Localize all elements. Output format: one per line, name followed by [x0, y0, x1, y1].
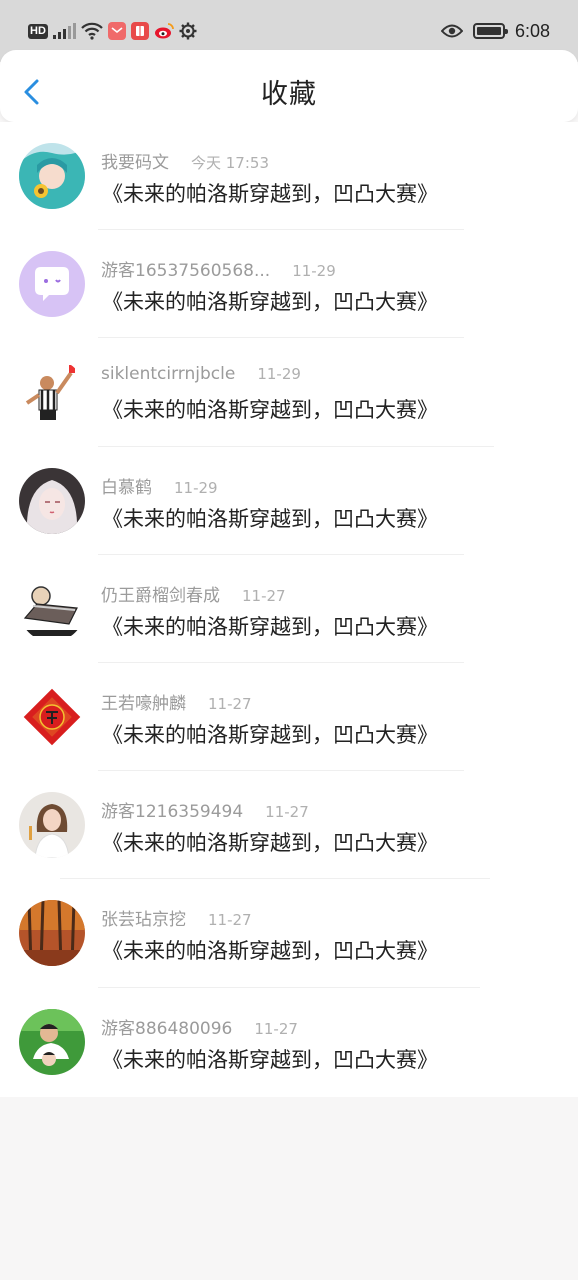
- list-item[interactable]: siklentcirrnjbcle 11-29 《未来的帕洛斯穿越到，凹凸大赛》: [0, 338, 578, 447]
- top-bar: 收藏: [0, 50, 578, 122]
- avatar[interactable]: [19, 683, 85, 750]
- book-app-icon: [130, 22, 149, 40]
- avatar[interactable]: [19, 1008, 85, 1075]
- favorite-title: 《未来的帕洛斯穿越到，凹凸大赛》: [102, 614, 438, 639]
- favorite-title: 《未来的帕洛斯穿越到，凹凸大赛》: [102, 182, 438, 206]
- wifi-icon: [81, 22, 103, 40]
- avatar[interactable]: [19, 467, 85, 534]
- timestamp: 11-29: [257, 365, 301, 384]
- timestamp: 11-27: [208, 911, 252, 930]
- favorite-title: 《未来的帕洛斯穿越到，凹凸大赛》: [102, 831, 438, 856]
- timestamp: 11-29: [174, 478, 218, 497]
- avatar[interactable]: [19, 251, 85, 318]
- list-item[interactable]: 仍王爵榴剑春成 11-27 《未来的帕洛斯穿越到，凹凸大赛》: [0, 555, 578, 663]
- list-item[interactable]: 游客16537560568... 11-29 《未来的帕洛斯穿越到，凹凸大赛》: [0, 230, 578, 339]
- signal-icon: [52, 23, 76, 39]
- list-item[interactable]: 游客886480096 11-27 《未来的帕洛斯穿越到，凹凸大赛》: [0, 988, 578, 1096]
- user-name: 王若嚎舯麟: [101, 693, 186, 714]
- favorite-title: 《未来的帕洛斯穿越到，凹凸大赛》: [102, 506, 438, 531]
- page-title: 收藏: [261, 79, 317, 110]
- timestamp: 11-29: [292, 262, 336, 281]
- timestamp: 今天 17:53: [191, 154, 269, 172]
- battery-icon: [472, 23, 508, 39]
- list-item[interactable]: 我要码文 今天 17:53 《未来的帕洛斯穿越到，凹凸大赛》: [0, 122, 578, 231]
- user-name: 张芸玷京挖: [101, 910, 186, 931]
- favorite-title: 《未来的帕洛斯穿越到，凹凸大赛》: [102, 398, 438, 423]
- list-item[interactable]: 张芸玷京挖 11-27 《未来的帕洛斯穿越到，凹凸大赛》: [0, 879, 578, 988]
- user-name: 白慕鹤: [101, 477, 152, 498]
- hd-badge: HD: [28, 23, 48, 39]
- timestamp: 11-27: [208, 694, 252, 713]
- user-name: siklentcirrnjbcle: [101, 364, 236, 385]
- favorites-list: 我要码文 今天 17:53 《未来的帕洛斯穿越到，凹凸大赛》 游客1653756…: [0, 122, 578, 1097]
- list-item[interactable]: 游客1216359494 11-27 《未来的帕洛斯穿越到，凹凸大赛》: [0, 771, 578, 880]
- avatar[interactable]: [19, 575, 85, 642]
- settings-gear-icon: [179, 22, 197, 40]
- eye-icon: [440, 24, 463, 38]
- favorite-title: 《未来的帕洛斯穿越到，凹凸大赛》: [102, 939, 438, 964]
- list-item[interactable]: 王若嚎舯麟 11-27 《未来的帕洛斯穿越到，凹凸大赛》: [0, 663, 578, 772]
- favorite-title: 《未来的帕洛斯穿越到，凹凸大赛》: [102, 722, 438, 747]
- timestamp: 11-27: [242, 586, 286, 605]
- timestamp: 11-27: [265, 803, 309, 822]
- user-name: 仍王爵榴剑春成: [101, 585, 220, 606]
- avatar[interactable]: [19, 792, 85, 859]
- user-name: 游客886480096: [101, 1018, 233, 1039]
- status-clock: 6:08: [514, 20, 550, 41]
- mail-app-icon: [107, 22, 126, 40]
- favorite-title: 《未来的帕洛斯穿越到，凹凸大赛》: [102, 1047, 438, 1072]
- user-name: 游客1216359494: [101, 802, 244, 823]
- avatar[interactable]: [19, 900, 85, 967]
- avatar[interactable]: [19, 359, 85, 426]
- timestamp: 11-27: [254, 1019, 298, 1038]
- favorite-title: 《未来的帕洛斯穿越到，凹凸大赛》: [102, 290, 438, 315]
- avatar[interactable]: [19, 143, 85, 209]
- user-name: 游客16537560568...: [101, 261, 271, 282]
- list-item[interactable]: 白慕鹤 11-29 《未来的帕洛斯穿越到，凹凸大赛》: [0, 447, 578, 555]
- user-name: 我要码文: [101, 153, 169, 173]
- weibo-icon: [154, 23, 174, 39]
